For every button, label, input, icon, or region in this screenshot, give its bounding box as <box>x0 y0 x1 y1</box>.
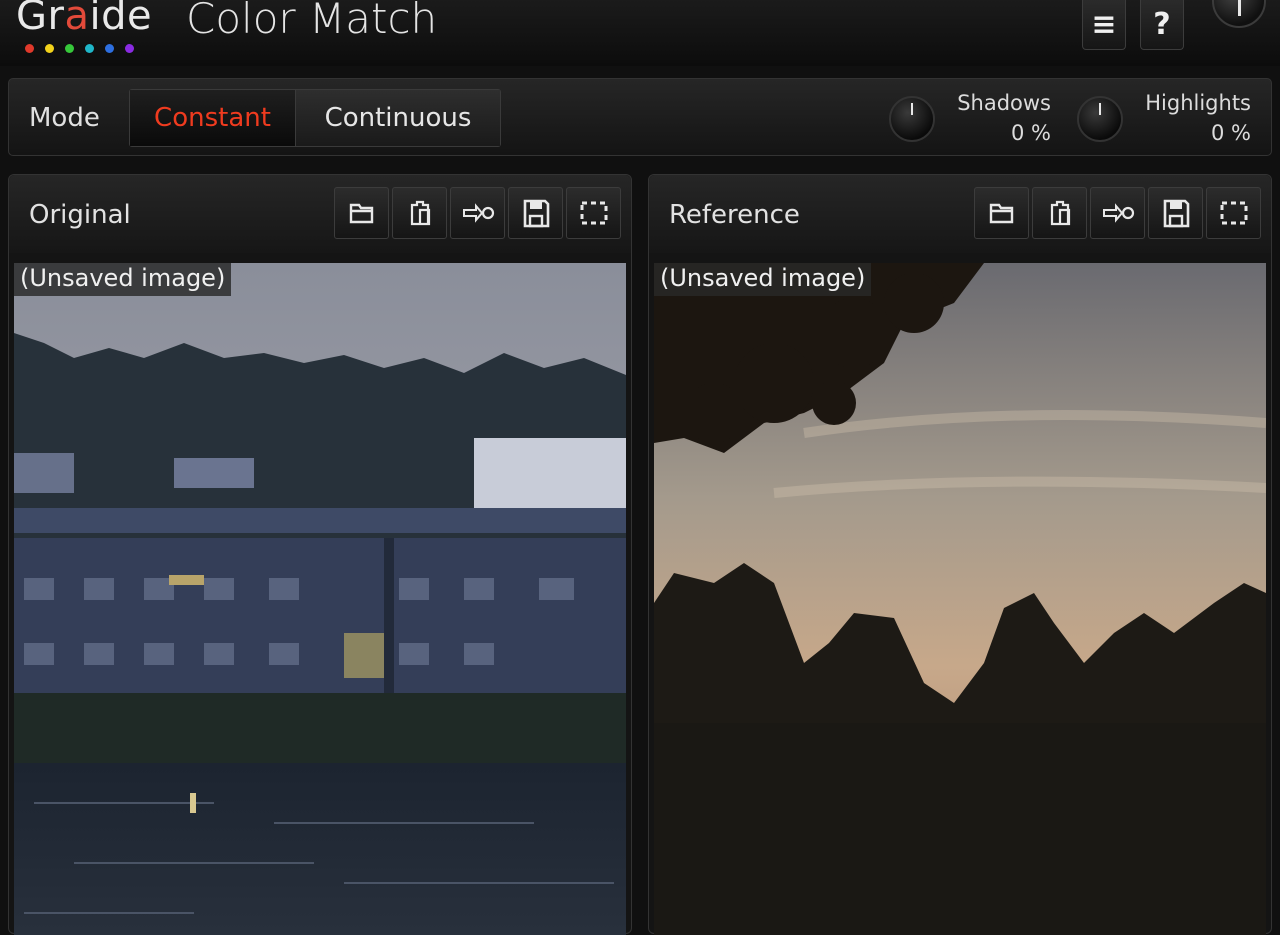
help-button[interactable]: ? <box>1140 0 1184 50</box>
original-image-caption: (Unsaved image) <box>14 263 232 296</box>
hamburger-menu-icon: ≡ <box>1091 7 1117 42</box>
open-folder-icon <box>349 203 373 224</box>
apply-arrow-icon <box>1102 203 1134 223</box>
highlights-knob[interactable] <box>1077 96 1123 142</box>
logo-text-pre: Gr <box>16 0 65 39</box>
shadows-value: 0 % <box>1011 121 1051 145</box>
original-panel-header: Original <box>9 175 631 253</box>
mode-constant-button[interactable]: Constant <box>130 90 296 146</box>
reference-open-button[interactable] <box>974 187 1029 239</box>
logo-text-accent: a <box>64 0 90 39</box>
logo-color-dots <box>25 44 134 53</box>
shadows-label: Shadows <box>957 91 1051 115</box>
select-region-icon <box>580 201 607 225</box>
logo-dot-2 <box>65 44 74 53</box>
original-panel-title: Original <box>29 200 131 230</box>
original-open-button[interactable] <box>334 187 389 239</box>
reference-panel-header: Reference <box>649 175 1271 253</box>
original-paste-button[interactable] <box>392 187 447 239</box>
original-image[interactable]: (Unsaved image) <box>14 263 626 935</box>
reference-panel-title: Reference <box>669 200 800 230</box>
save-icon <box>523 199 549 228</box>
reference-image[interactable]: (Unsaved image) <box>654 263 1266 935</box>
original-toolbar <box>334 187 621 239</box>
logo-dot-4 <box>105 44 114 53</box>
reference-photo <box>654 263 1266 935</box>
mode-continuous-button[interactable]: Continuous <box>296 90 500 146</box>
reference-save-button[interactable] <box>1148 187 1203 239</box>
app-logo: Graide <box>16 0 152 40</box>
save-icon <box>1163 199 1189 228</box>
original-apply-button[interactable] <box>450 187 505 239</box>
paste-icon <box>1050 200 1070 226</box>
open-folder-icon <box>989 203 1013 224</box>
menu-button[interactable]: ≡ <box>1082 0 1126 50</box>
mode-bar: Mode Constant Continuous Shadows 0 % Hig… <box>8 78 1272 156</box>
logo-text-post: ide <box>89 0 153 39</box>
title-bar: Graide Color Match ≡ ? <box>0 0 1280 66</box>
paste-icon <box>410 200 430 226</box>
logo-dot-3 <box>85 44 94 53</box>
reference-toolbar <box>974 187 1261 239</box>
mode-toggle-group: Constant Continuous <box>129 89 501 147</box>
original-select-button[interactable] <box>566 187 621 239</box>
apply-arrow-icon <box>462 203 494 223</box>
select-region-icon <box>1220 201 1247 225</box>
mode-label: Mode <box>29 103 100 133</box>
app-title: Color Match <box>186 0 438 43</box>
reference-apply-button[interactable] <box>1090 187 1145 239</box>
original-panel: Original (Unsaved image) <box>8 174 632 935</box>
highlights-label: Highlights <box>1145 91 1251 115</box>
original-save-button[interactable] <box>508 187 563 239</box>
master-knob[interactable] <box>1212 0 1266 28</box>
original-photo <box>14 263 626 935</box>
shadows-knob[interactable] <box>889 96 935 142</box>
logo-dot-1 <box>45 44 54 53</box>
logo-dot-0 <box>25 44 34 53</box>
highlights-value: 0 % <box>1211 121 1251 145</box>
reference-image-caption: (Unsaved image) <box>654 263 872 296</box>
question-mark-icon: ? <box>1153 7 1171 42</box>
reference-panel: Reference (Unsaved image) <box>648 174 1272 935</box>
logo-dot-5 <box>125 44 134 53</box>
reference-paste-button[interactable] <box>1032 187 1087 239</box>
reference-select-button[interactable] <box>1206 187 1261 239</box>
